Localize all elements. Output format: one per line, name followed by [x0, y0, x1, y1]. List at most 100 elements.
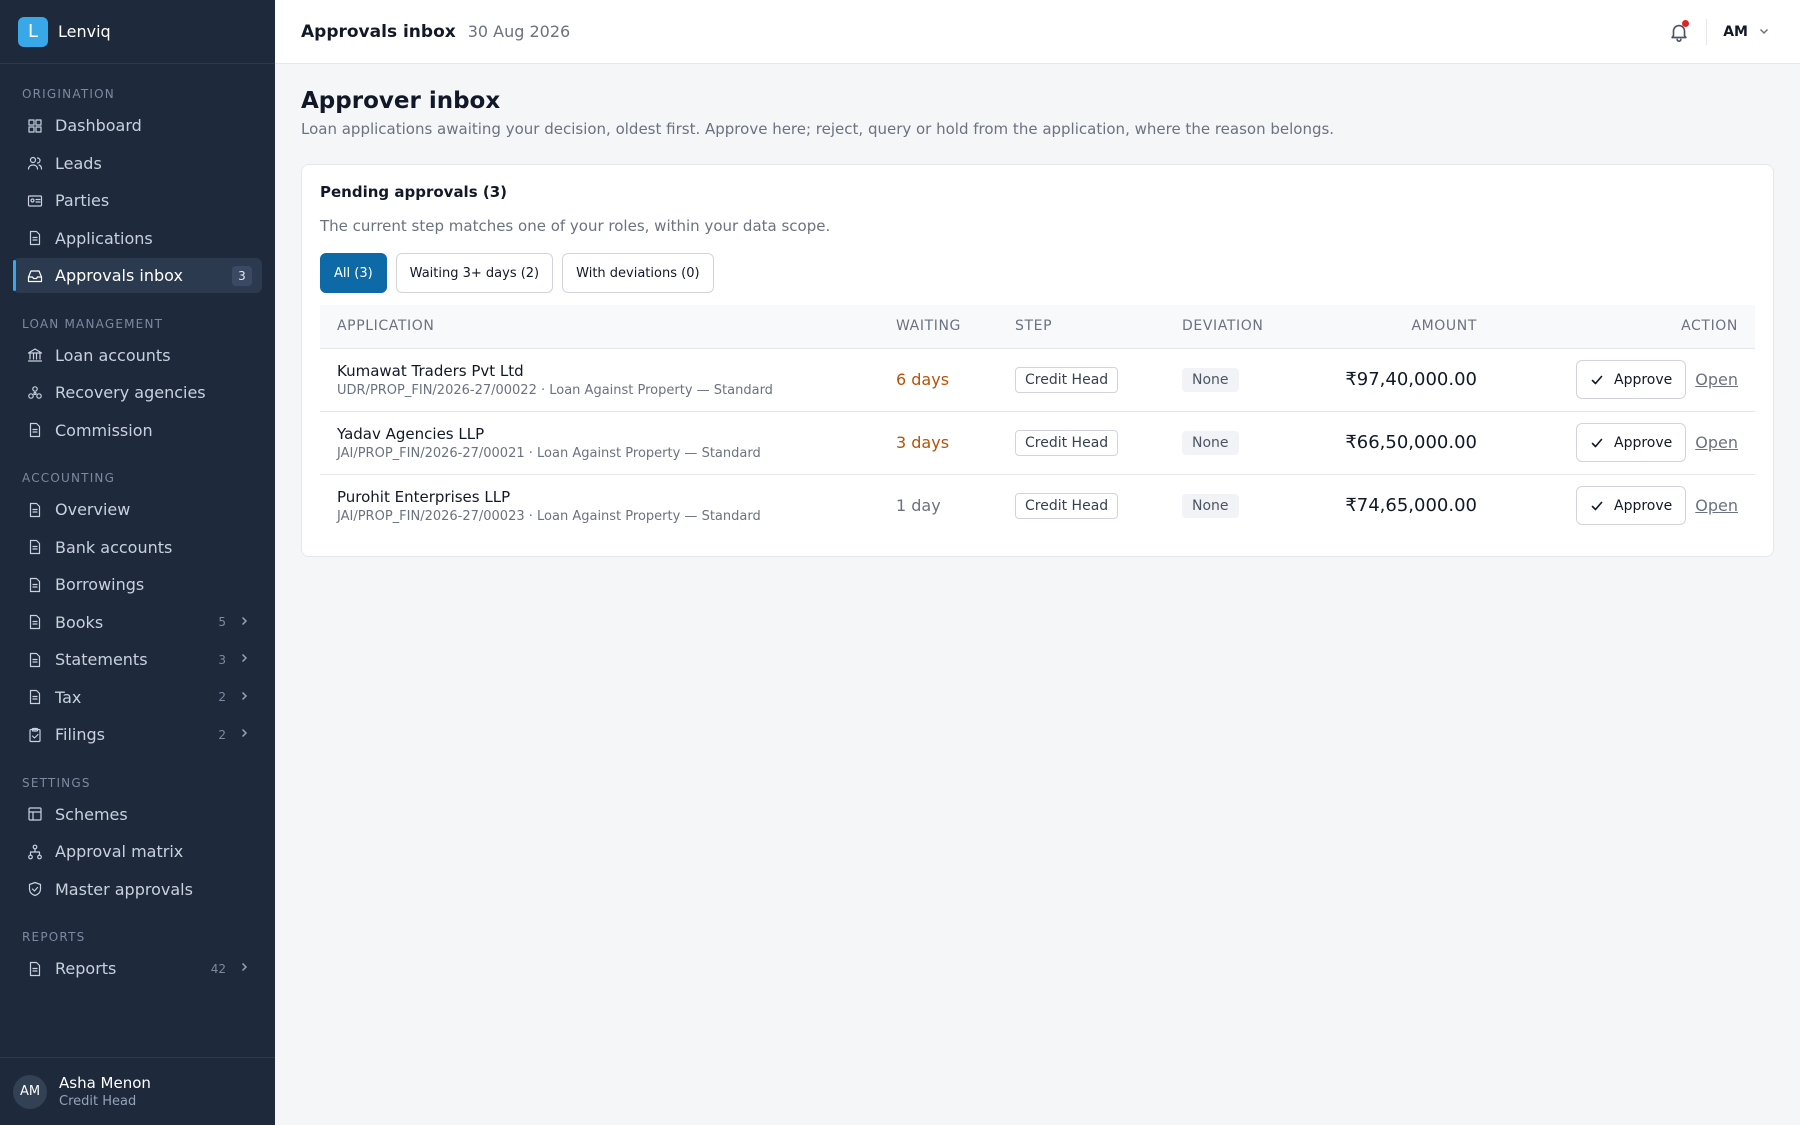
row-actions: Approve Open [1576, 360, 1738, 399]
table-header: APPLICATION WAITING STEP DEVIATION AMOUN… [320, 305, 1755, 348]
waiting-duration: 6 days [896, 370, 950, 389]
page-title: Approver inbox [301, 88, 501, 114]
filter-chip-waiting-3-days-2[interactable]: Waiting 3+ days (2) [395, 253, 554, 293]
item-count: 2 [218, 727, 226, 742]
table-row[interactable]: Kumawat Traders Pvt Ltd UDR/PROP_FIN/2026… [320, 348, 1755, 411]
table-row[interactable]: Yadav Agencies LLP JAI/PROP_FIN/2026-27/0… [320, 411, 1755, 474]
cell-waiting: 3 days [896, 411, 1015, 474]
sidebar-item-recovery-agencies[interactable]: Recovery agencies [13, 375, 262, 410]
deviation-badge: None [1182, 493, 1239, 518]
sidebar-item-reports[interactable]: Reports 42 [13, 951, 262, 986]
clipboard-icon [27, 727, 43, 743]
sidebar-item-approval-matrix[interactable]: Approval matrix [13, 834, 262, 869]
document-icon [27, 577, 43, 593]
bell-icon[interactable] [1668, 20, 1690, 43]
sidebar-item-label: Statements [55, 650, 148, 669]
sidebar-item-overview[interactable]: Overview [13, 492, 262, 527]
sidebar-item-label: Recovery agencies [55, 383, 206, 402]
cell-waiting: 6 days [896, 348, 1015, 411]
sidebar-item-schemes[interactable]: Schemes [13, 797, 262, 832]
cell-application: Purohit Enterprises LLP JAI/PROP_FIN/2026… [320, 474, 896, 537]
col-action: ACTION [1681, 318, 1738, 335]
sidebar-item-label: Applications [55, 228, 153, 248]
cell-step: Credit Head [1015, 411, 1182, 474]
sidebar-item-statements[interactable]: Statements 3 [13, 642, 262, 677]
item-count: 42 [210, 961, 226, 976]
sidebar-item-label: Dashboard [55, 116, 142, 135]
loan-amount: ₹97,40,000.00 [1345, 369, 1477, 390]
item-count: 5 [218, 615, 226, 629]
approve-button[interactable]: Approve [1576, 360, 1687, 399]
sidebar-item-dashboard[interactable]: Dashboard [13, 108, 262, 143]
document-icon [27, 689, 43, 705]
user-menu-initials[interactable]: AM [1723, 24, 1748, 40]
user-role: Credit Head [59, 1094, 137, 1109]
brand[interactable]: L Lenviq [0, 0, 275, 64]
application-reference: JAI/PROP_FIN/2026-27/00021 · Loan Agains… [337, 445, 761, 461]
table-row[interactable]: Purohit Enterprises LLP JAI/PROP_FIN/2026… [320, 474, 1755, 537]
chevron-right-icon[interactable] [238, 690, 250, 705]
check-icon [1590, 499, 1614, 513]
document-icon [27, 961, 43, 977]
sidebar-item-books[interactable]: Books 5 [13, 605, 262, 640]
open-link[interactable]: Open [1695, 370, 1738, 389]
sidebar-item-borrowings[interactable]: Borrowings [13, 567, 262, 602]
col-amount[interactable]: AMOUNT [1302, 305, 1477, 348]
filter-chip-all-3[interactable]: All (3) [320, 253, 387, 293]
approve-button[interactable]: Approve [1576, 486, 1687, 526]
nav-section-reports: REPORTS [22, 930, 86, 944]
topbar-actions: AM [1668, 0, 1770, 64]
sidebar-item-parties[interactable]: Parties [13, 183, 262, 218]
user-profile[interactable]: AM Asha Menon Credit Head [0, 1057, 275, 1125]
open-link[interactable]: Open [1695, 433, 1738, 452]
table-body: Kumawat Traders Pvt Ltd UDR/PROP_FIN/2026… [320, 348, 1755, 537]
chevron-down-icon[interactable] [1758, 25, 1770, 40]
cell-deviation: None [1182, 474, 1302, 537]
cell-amount: ₹66,50,000.00 [1302, 411, 1477, 474]
deviation-badge: None [1182, 367, 1239, 392]
user-name: Asha Menon [59, 1074, 151, 1092]
topbar-title: Approvals inbox [301, 21, 456, 42]
sidebar-item-commission[interactable]: Commission [13, 413, 262, 448]
sidebar-item-tax[interactable]: Tax 2 [13, 680, 262, 715]
sidebar-item-label: Approvals inbox [55, 266, 183, 285]
sidebar-item-master-approvals[interactable]: Master approvals [13, 872, 262, 907]
sidebar-item-label: Tax [55, 687, 82, 707]
approve-button[interactable]: Approve [1576, 423, 1687, 462]
main-content: Approver inbox Loan applications awaitin… [301, 64, 1774, 557]
filter-chips: All (3) Waiting 3+ days (2) With deviation… [320, 253, 1755, 293]
sidebar-item-applications[interactable]: Applications [13, 221, 262, 256]
chevron-right-icon[interactable] [238, 615, 250, 630]
open-link[interactable]: Open [1695, 496, 1738, 515]
grid-icon [27, 118, 43, 134]
chevron-right-icon[interactable] [238, 961, 250, 976]
sidebar-item-label: Schemes [55, 804, 128, 824]
col-waiting[interactable]: WAITING [896, 305, 1015, 348]
col-application[interactable]: APPLICATION [320, 305, 896, 348]
sidebar-item-bank-accounts[interactable]: Bank accounts [13, 530, 262, 565]
step-tag: Credit Head [1015, 366, 1119, 393]
table-header-row: APPLICATION WAITING STEP DEVIATION AMOUN… [320, 305, 1755, 348]
sidebar-item-label: Reports [55, 959, 117, 978]
sidebar-item-approvals-inbox[interactable]: Approvals inbox 3 [13, 258, 262, 293]
brand-name: Lenviq [58, 22, 111, 41]
sidebar-item-label: Master approvals [55, 879, 193, 899]
col-step[interactable]: STEP [1015, 305, 1182, 348]
sidebar-item-filings[interactable]: Filings 2 [13, 717, 262, 752]
loan-amount: ₹74,65,000.00 [1345, 495, 1477, 517]
chevron-right-icon[interactable] [238, 727, 250, 742]
chevron-right-icon[interactable] [238, 652, 250, 667]
filter-chip-with-deviations-0[interactable]: With deviations (0) [562, 253, 714, 293]
sidebar-nav: ORIGINATION Dashboard Leads Parties Applicat… [0, 64, 275, 986]
avatar: AM [13, 1074, 47, 1109]
pending-approvals-card: Pending approvals (3) The current step m… [301, 164, 1774, 557]
sidebar-item-leads[interactable]: Leads [13, 146, 262, 181]
waiting-duration: 3 days [896, 433, 950, 452]
nav-section-origination: ORIGINATION [22, 87, 115, 101]
sidebar-item-label: Approval matrix [55, 842, 184, 861]
sidebar-item-loan-accounts[interactable]: Loan accounts [13, 338, 262, 373]
page-subtitle: Loan applications awaiting your decision… [301, 120, 1335, 138]
col-deviation[interactable]: DEVIATION [1182, 305, 1302, 348]
hierarchy-icon [27, 844, 43, 860]
